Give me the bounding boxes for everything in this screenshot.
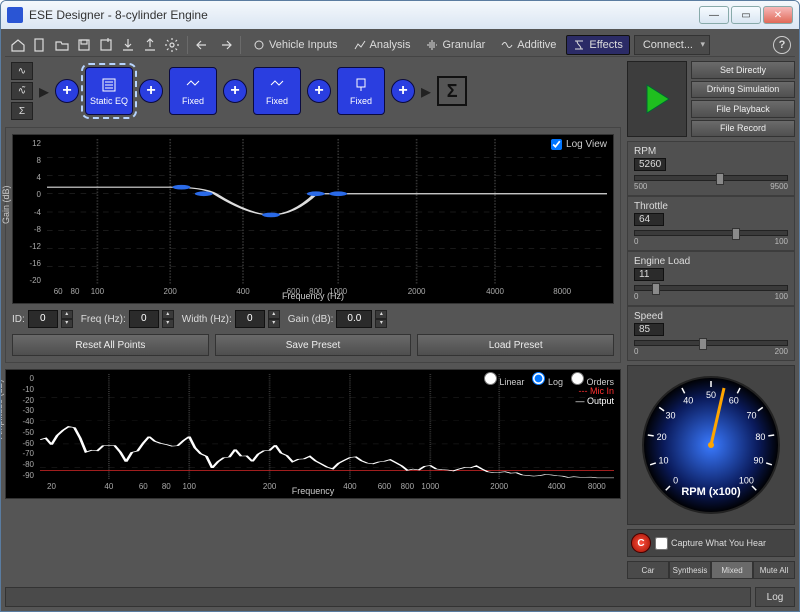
throttle-slider[interactable]: Throttle640100	[627, 196, 795, 251]
id-down[interactable]: ▾	[61, 319, 73, 328]
svg-text:100: 100	[739, 475, 754, 485]
svg-text:70: 70	[746, 411, 756, 421]
new-icon[interactable]	[31, 36, 49, 54]
add-node-button[interactable]: +	[307, 79, 331, 103]
connect-dropdown[interactable]: Connect...	[634, 35, 710, 55]
width-input[interactable]: 0	[235, 310, 265, 328]
gain-input[interactable]: 0.0	[336, 310, 372, 328]
record-button[interactable]: C	[631, 533, 651, 553]
speed-slider[interactable]: Speed850200	[627, 306, 795, 361]
source-granular-icon[interactable]: ∿	[11, 62, 33, 80]
log-button[interactable]: Log	[755, 587, 795, 607]
fixed-node[interactable]: Fixed	[169, 67, 217, 115]
close-button[interactable]: ✕	[763, 6, 793, 24]
fixed-node[interactable]: Fixed	[253, 67, 301, 115]
add-node-button[interactable]: +	[55, 79, 79, 103]
add-node-button[interactable]: +	[223, 79, 247, 103]
undo-icon[interactable]	[194, 36, 212, 54]
eq-y-label: Gain (dB)	[1, 185, 11, 224]
add-node-button[interactable]: +	[391, 79, 415, 103]
spectrum-plot[interactable]: Amplitude (dB) 0-10-20-30-40-50-60-70-80…	[5, 369, 621, 499]
svg-text:30: 30	[666, 411, 676, 421]
source-sum-icon[interactable]: Σ	[11, 102, 33, 120]
analysis-button[interactable]: Analysis	[348, 35, 417, 55]
rpm-slider[interactable]: RPM52605009500	[627, 141, 795, 196]
source-additive-icon[interactable]: ∿̃	[11, 82, 33, 100]
svg-text:0: 0	[673, 475, 678, 485]
file-record-button[interactable]: File Record	[691, 120, 795, 138]
main-toolbar: Vehicle Inputs Analysis Granular Additiv…	[5, 33, 795, 57]
file-playback-button[interactable]: File Playback	[691, 100, 795, 118]
spectrum-legend: --- Mic In — Output	[575, 386, 614, 406]
save-preset-button[interactable]: Save Preset	[215, 334, 412, 356]
freq-input[interactable]: 0	[129, 310, 159, 328]
spec-x-label: Frequency	[292, 486, 335, 496]
svg-text:10: 10	[658, 455, 668, 465]
window-title: ESE Designer - 8-cylinder Engine	[29, 8, 697, 22]
load-slider[interactable]: Engine Load110100	[627, 251, 795, 306]
gear-icon[interactable]	[163, 36, 181, 54]
effects-button[interactable]: Effects	[566, 35, 629, 55]
granular-button[interactable]: Granular	[420, 35, 491, 55]
eq-plot[interactable]: Gain (dB) 12840-4-8-12-16-20	[12, 134, 614, 304]
spec-y-label: Amplitude (dB)	[0, 379, 4, 439]
redo-icon[interactable]	[216, 36, 234, 54]
svg-text:90: 90	[754, 455, 764, 465]
play-button[interactable]	[627, 61, 687, 137]
static-eq-node[interactable]: Static EQ	[85, 67, 133, 115]
linear-radio[interactable]: Linear	[484, 372, 525, 387]
import-icon[interactable]	[119, 36, 137, 54]
svg-text:60: 60	[729, 395, 739, 405]
log-radio[interactable]: Log	[532, 372, 563, 387]
home-icon[interactable]	[9, 36, 27, 54]
tab-mute-all[interactable]: Mute All	[753, 561, 795, 579]
arrow-icon: ▸	[39, 79, 49, 104]
effects-chain: ∿ ∿̃ Σ ▸ + Static EQ + Fixed +	[5, 61, 621, 121]
driving-sim-button[interactable]: Driving Simulation	[691, 81, 795, 99]
svg-text:50: 50	[706, 390, 716, 400]
save-icon[interactable]	[75, 36, 93, 54]
app-icon	[7, 7, 23, 23]
save-as-icon[interactable]	[97, 36, 115, 54]
orders-radio[interactable]: Orders	[571, 372, 614, 387]
arrow-icon: ▸	[421, 79, 431, 104]
load-preset-button[interactable]: Load Preset	[417, 334, 614, 356]
export-icon[interactable]	[141, 36, 159, 54]
open-icon[interactable]	[53, 36, 71, 54]
help-icon[interactable]: ?	[773, 36, 791, 54]
minimize-button[interactable]: ―	[699, 6, 729, 24]
titlebar: ESE Designer - 8-cylinder Engine ― ▭ ✕	[1, 1, 799, 29]
svg-text:80: 80	[755, 432, 765, 442]
fixed-node[interactable]: Fixed	[337, 67, 385, 115]
rpm-gauge: 0102030405060708090100 RPM (x100)	[627, 365, 795, 525]
vehicle-inputs-button[interactable]: Vehicle Inputs	[247, 35, 344, 55]
add-node-button[interactable]: +	[139, 79, 163, 103]
set-directly-button[interactable]: Set Directly	[691, 61, 795, 79]
id-up[interactable]: ▴	[61, 310, 73, 319]
status-bar	[5, 587, 751, 607]
capture-checkbox[interactable]: Capture What You Hear	[655, 537, 766, 550]
id-input[interactable]: 0	[28, 310, 58, 328]
log-view-checkbox[interactable]: Log View	[551, 139, 607, 150]
svg-text:20: 20	[657, 432, 667, 442]
sum-icon: Σ	[437, 76, 467, 106]
reset-points-button[interactable]: Reset All Points	[12, 334, 209, 356]
tab-mixed[interactable]: Mixed	[711, 561, 753, 579]
eq-x-label: Frequency (Hz)	[282, 291, 344, 301]
svg-text:40: 40	[683, 395, 693, 405]
tab-car[interactable]: Car	[627, 561, 669, 579]
maximize-button[interactable]: ▭	[731, 6, 761, 24]
tab-synthesis[interactable]: Synthesis	[669, 561, 711, 579]
additive-button[interactable]: Additive	[495, 35, 562, 55]
